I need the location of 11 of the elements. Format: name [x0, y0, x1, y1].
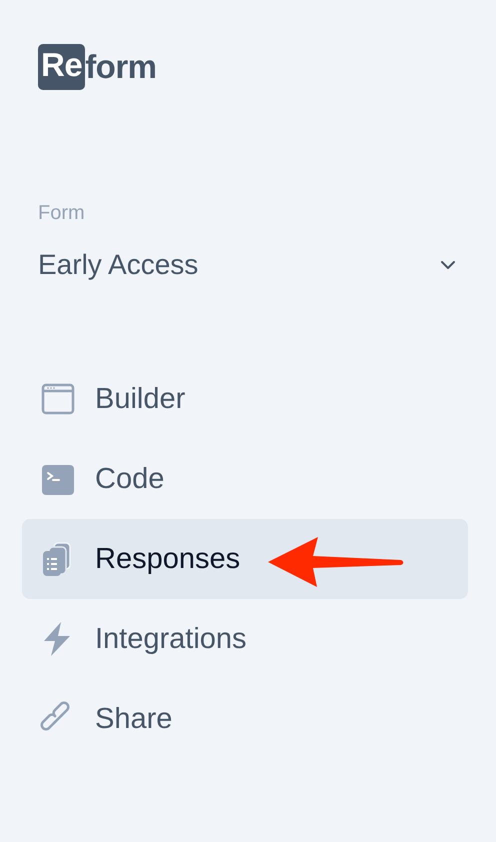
window-icon	[40, 381, 76, 417]
logo-mark: Re	[38, 44, 86, 90]
chevron-down-icon	[440, 260, 456, 270]
nav-item[interactable]: Integrations	[22, 599, 468, 679]
nav-item[interactable]: Code	[22, 439, 468, 519]
form-label: Form	[38, 202, 86, 225]
nav-item[interactable]: Builder	[22, 359, 468, 439]
nav-item[interactable]: Responses	[22, 519, 468, 599]
form-select[interactable]: Early Access	[38, 249, 458, 281]
logo-text: form	[85, 48, 157, 86]
nav-item[interactable]: Share	[22, 679, 468, 759]
